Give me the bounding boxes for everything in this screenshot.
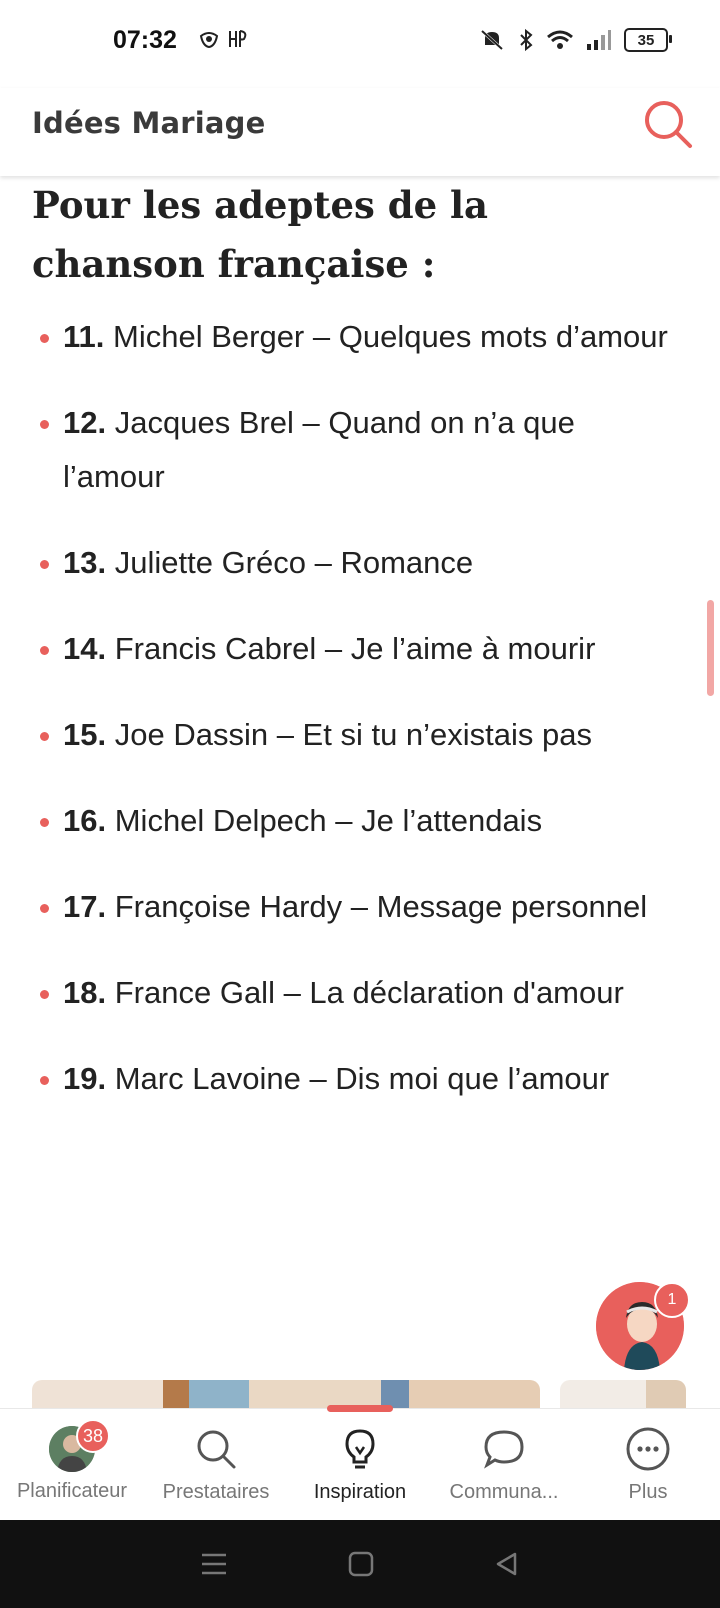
more-icon — [626, 1427, 670, 1471]
nav-label: Planificateur — [16, 1480, 128, 1502]
bell-muted-icon — [480, 29, 504, 51]
list-item: 17. Françoise Hardy – Message personnel — [0, 880, 720, 934]
app-header: Idées Mariage — [0, 88, 720, 176]
home-icon[interactable] — [347, 1550, 375, 1578]
search-icon — [197, 1430, 236, 1469]
bottom-nav: 38 Planificateur Prestataires Inspiratio… — [0, 1405, 720, 1521]
list-item: 15. Joe Dassin – Et si tu n’existais pas — [0, 708, 720, 762]
signal-icon — [587, 30, 611, 50]
nav-communaute[interactable]: Communa... — [432, 1409, 576, 1521]
song-title: Jacques Brel – Quand on n’a que l’amour — [63, 405, 575, 494]
scrollbar[interactable] — [707, 600, 714, 696]
song-title: Michel Berger – Quelques mots d’amour — [113, 319, 668, 354]
song-title: Francis Cabrel – Je l’aime à mourir — [114, 631, 596, 666]
song-number: 15. — [63, 717, 107, 752]
list-item: 11. Michel Berger – Quelques mots d’amou… — [0, 310, 720, 364]
bluetooth-icon — [520, 28, 533, 52]
nav-prestataires[interactable]: Prestataires — [144, 1409, 288, 1521]
battery-icon: 35 — [624, 28, 672, 52]
list-item: 18. France Gall – La déclaration d'amour — [0, 966, 720, 1020]
assistant-badge: 1 — [654, 1282, 690, 1318]
song-number: 14. — [63, 631, 107, 666]
song-title: France Gall – La déclaration d'amour — [114, 975, 624, 1010]
song-number: 13. — [63, 545, 107, 580]
section-heading: Pour les adeptes de la chanson française… — [32, 183, 489, 286]
status-notification-icons — [198, 28, 250, 50]
nav-inspiration[interactable]: Inspiration — [288, 1405, 432, 1521]
song-title: Joe Dassin – Et si tu n’existais pas — [114, 717, 593, 752]
article-image-next[interactable] — [560, 1380, 686, 1410]
search-icon[interactable] — [638, 94, 698, 154]
song-number: 12. — [63, 405, 107, 440]
back-icon[interactable] — [493, 1550, 521, 1578]
nav-label: Plus — [628, 1481, 668, 1503]
list-item: 19. Marc Lavoine – Dis moi que l’amour — [0, 1052, 720, 1106]
list-item: 16. Michel Delpech – Je l’attendais — [0, 794, 720, 848]
app-notification-icon — [199, 32, 219, 49]
chat-bubble-icon — [484, 1430, 524, 1469]
active-tab-indicator — [327, 1405, 393, 1412]
song-title: Michel Delpech – Je l’attendais — [114, 803, 543, 838]
nav-label: Prestataires — [162, 1481, 270, 1503]
app-notification-icon-2 — [229, 30, 247, 47]
status-bar: 07:32 35 — [0, 0, 720, 88]
page-title: Idées Mariage — [32, 106, 266, 140]
nav-label: Communa... — [449, 1481, 559, 1503]
nav-label: Inspiration — [313, 1481, 407, 1503]
song-title: Marc Lavoine – Dis moi que l’amour — [114, 1061, 610, 1096]
system-navigation-bar — [0, 1520, 720, 1608]
song-number: 11. — [63, 319, 105, 354]
song-number: 19. — [63, 1061, 107, 1096]
song-number: 16. — [63, 803, 107, 838]
nav-plus[interactable]: Plus — [576, 1409, 720, 1521]
lightbulb-icon — [345, 1429, 375, 1469]
song-number: 18. — [63, 975, 107, 1010]
list-item: 12. Jacques Brel – Quand on n’a que l’am… — [0, 396, 720, 504]
wifi-icon — [547, 30, 573, 49]
menu-icon[interactable] — [199, 1551, 229, 1577]
status-time: 07:32 — [113, 26, 177, 54]
song-title: Juliette Gréco – Romance — [114, 545, 474, 580]
song-title: Françoise Hardy – Message personnel — [114, 889, 648, 924]
song-number: 17. — [63, 889, 107, 924]
list-item: 13. Juliette Gréco – Romance — [0, 536, 720, 590]
status-right-icons: 35 — [478, 28, 672, 52]
song-list: 11. Michel Berger – Quelques mots d’amou… — [0, 310, 720, 1138]
notification-badge: 38 — [76, 1419, 110, 1453]
article-image[interactable] — [32, 1380, 540, 1410]
nav-planificateur[interactable]: 38 Planificateur — [0, 1409, 144, 1521]
article-content[interactable]: Pour les adeptes de la chanson française… — [0, 176, 720, 1408]
list-item: 14. Francis Cabrel – Je l’aime à mourir — [0, 622, 720, 676]
